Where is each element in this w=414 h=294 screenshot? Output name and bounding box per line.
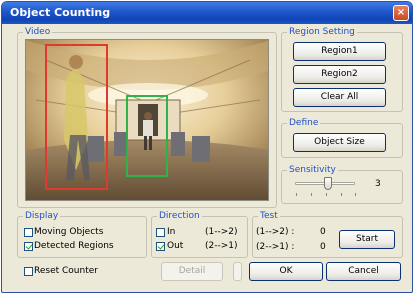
- region2-button[interactable]: Region2: [293, 65, 386, 84]
- detected-regions-label[interactable]: Detected Regions: [34, 241, 114, 252]
- region1-button[interactable]: Region1: [293, 42, 386, 61]
- video-preview[interactable]: [25, 39, 269, 201]
- test-backward-label: (2-->1) :: [256, 242, 295, 252]
- slider-tick: [326, 193, 327, 196]
- direction-in-arrow: (1-->2): [205, 227, 238, 237]
- direction-in-checkbox[interactable]: [156, 228, 165, 237]
- test-forward-label: (1-->2) :: [256, 227, 295, 237]
- sensitivity-slider-thumb[interactable]: [324, 177, 332, 190]
- direction-label: Direction: [157, 210, 202, 222]
- test-label: Test: [258, 210, 280, 222]
- detail-button[interactable]: Detail: [161, 262, 223, 281]
- test-backward-count: 0: [320, 242, 326, 252]
- detail-toggle-button[interactable]: [233, 262, 242, 281]
- slider-tick: [296, 193, 297, 196]
- region-setting-label: Region Setting: [287, 26, 357, 38]
- slider-tick: [311, 193, 312, 196]
- start-button[interactable]: Start: [339, 230, 395, 249]
- sensitivity-label: Sensitivity: [287, 164, 338, 176]
- direction-out-label[interactable]: Out: [167, 241, 183, 252]
- direction-out-arrow: (2-->1): [205, 241, 238, 251]
- moving-objects-label[interactable]: Moving Objects: [34, 227, 103, 238]
- direction-out-checkbox[interactable]: [156, 242, 165, 251]
- reset-counter-label[interactable]: Reset Counter: [34, 266, 98, 277]
- window-title: Object Counting: [10, 6, 111, 19]
- video-frame: [26, 40, 268, 200]
- test-forward-count: 0: [320, 227, 326, 237]
- video-group-label: Video: [23, 26, 53, 38]
- cancel-button[interactable]: Cancel: [326, 262, 401, 281]
- sensitivity-value: 3: [375, 179, 381, 189]
- slider-tick: [341, 193, 342, 196]
- title-bar[interactable]: Object Counting ×: [2, 2, 412, 24]
- ok-button[interactable]: OK: [249, 262, 323, 281]
- close-button[interactable]: ×: [393, 5, 409, 21]
- reset-counter-checkbox[interactable]: [24, 267, 33, 276]
- define-label: Define: [287, 117, 321, 129]
- clear-all-button[interactable]: Clear All: [293, 88, 386, 107]
- moving-objects-checkbox[interactable]: [24, 228, 33, 237]
- detected-regions-checkbox[interactable]: [24, 242, 33, 251]
- object-size-button[interactable]: Object Size: [293, 133, 386, 152]
- display-label: Display: [23, 210, 61, 222]
- sensitivity-group: Sensitivity: [281, 164, 403, 204]
- slider-tick: [355, 193, 356, 196]
- close-icon: ×: [396, 7, 406, 18]
- direction-in-label[interactable]: In: [167, 227, 175, 238]
